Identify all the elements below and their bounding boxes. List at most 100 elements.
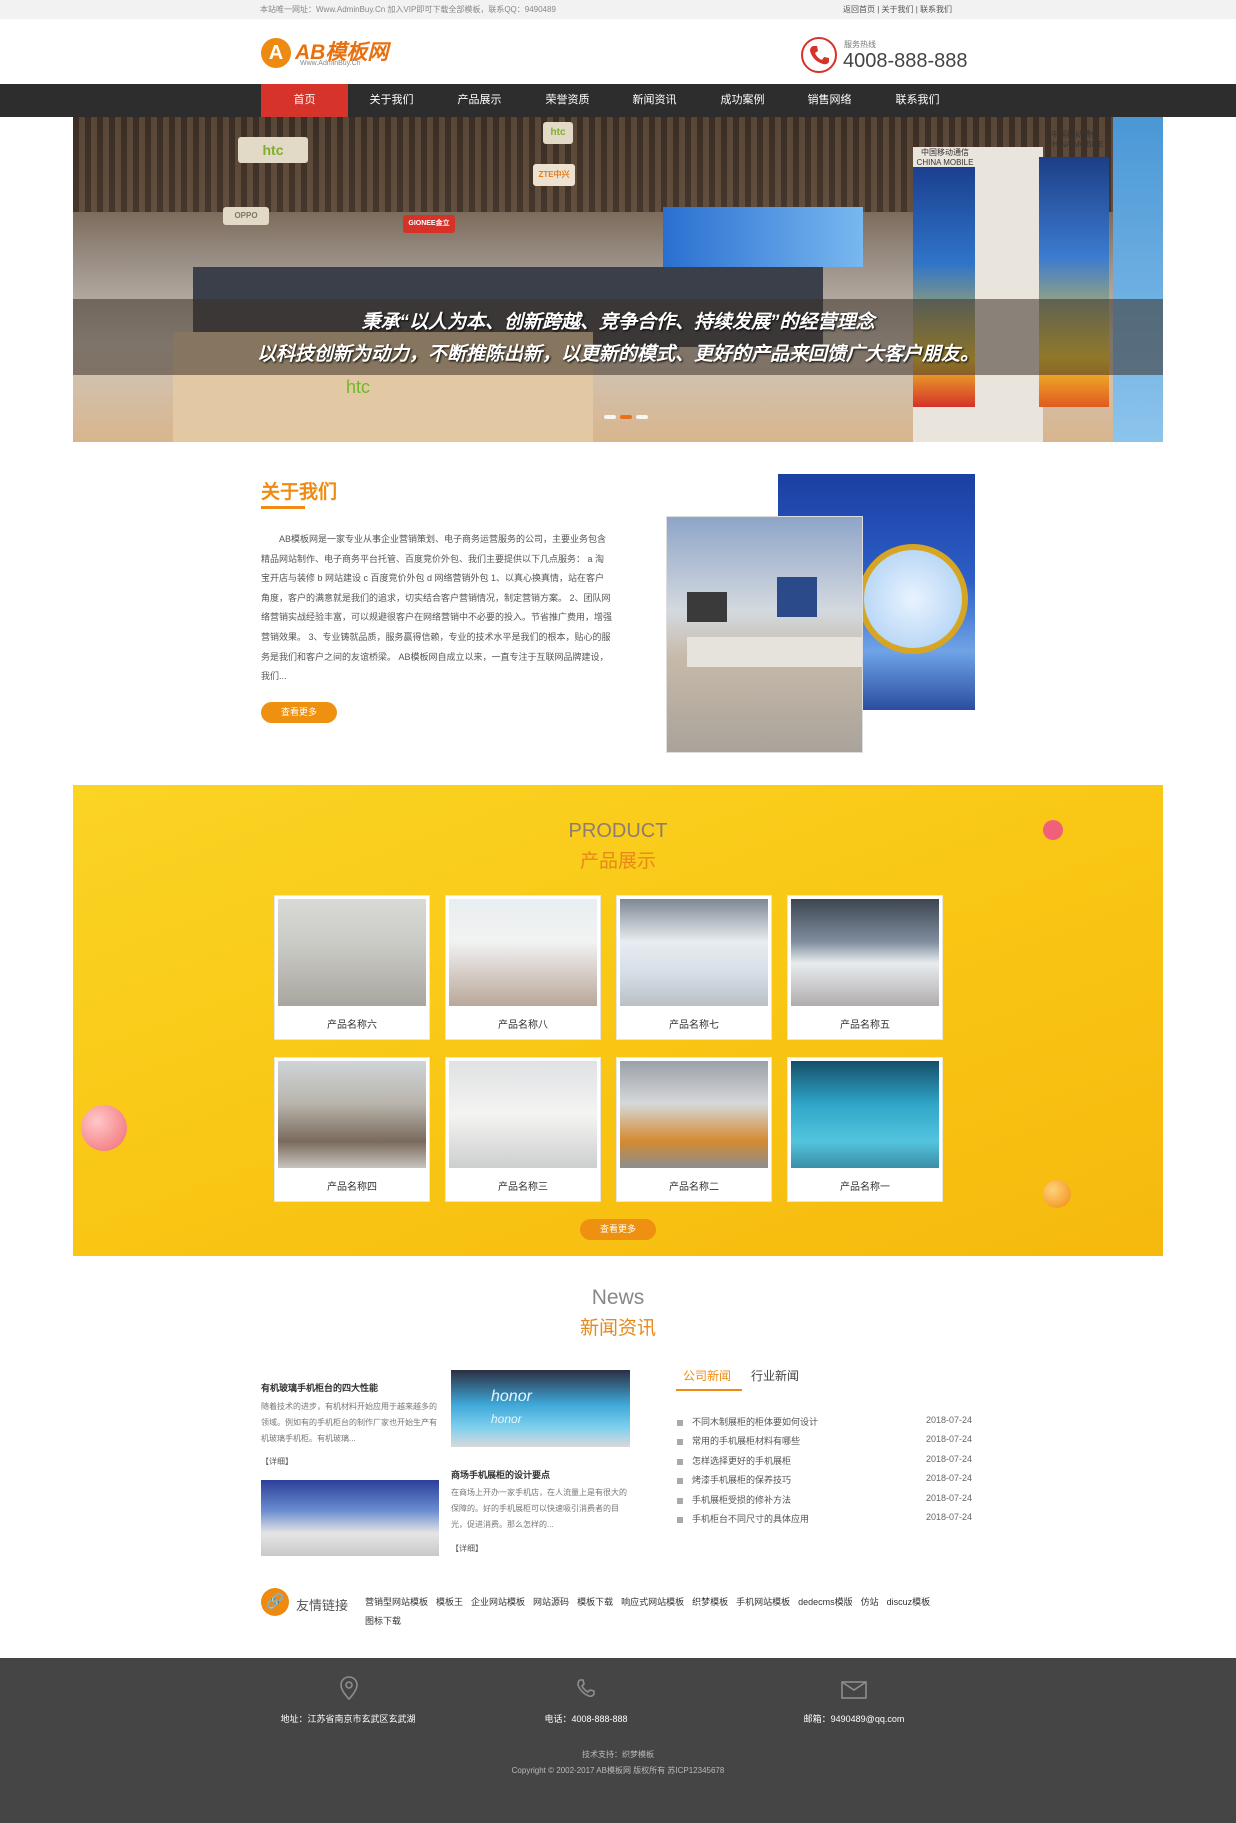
product-image[interactable] bbox=[620, 899, 768, 1006]
nav-item-contact[interactable]: 联系我们 bbox=[874, 84, 961, 117]
news-feature-more-link[interactable]: 【详细】 bbox=[451, 1543, 483, 1554]
product-image[interactable] bbox=[449, 899, 597, 1006]
news-list-item[interactable]: 怎样选择更好的手机展柜 2018-07-24 bbox=[677, 1454, 972, 1467]
friend-link[interactable]: dedecms模版 bbox=[798, 1597, 853, 1607]
logo-subtitle: Www.AdminBuy.Cn bbox=[300, 60, 361, 67]
tab-active-underline bbox=[676, 1389, 742, 1391]
news-list-title[interactable]: 常用的手机展柜材料有哪些 bbox=[692, 1436, 800, 1446]
news-list-item[interactable]: 手机展柜受损的修补方法 2018-07-24 bbox=[677, 1493, 972, 1506]
friend-link[interactable]: 网站源码 bbox=[533, 1597, 569, 1607]
news-list-date: 2018-07-24 bbox=[925, 1415, 972, 1425]
news-list-title[interactable]: 不同木制展柜的柜体要如何设计 bbox=[692, 1417, 818, 1427]
news-list-title[interactable]: 烤漆手机展柜的保养技巧 bbox=[692, 1475, 791, 1485]
about-text: AB模板网是一家专业从事企业营销策划、电子商务运营服务的公司，主要业务包含精品网… bbox=[261, 534, 613, 682]
product-name[interactable]: 产品名称五 bbox=[791, 1016, 939, 1031]
product-name[interactable]: 产品名称八 bbox=[449, 1016, 597, 1031]
news-title-en: News bbox=[591, 1286, 645, 1309]
news-image-caption: honor bbox=[491, 1388, 532, 1405]
product-card[interactable]: 产品名称三 bbox=[445, 1057, 601, 1202]
product-card[interactable]: 产品名称五 bbox=[787, 895, 943, 1040]
nav-item-cases[interactable]: 成功案例 bbox=[699, 84, 786, 117]
banner-sign-oppo: OPPO bbox=[223, 207, 269, 225]
friend-link[interactable]: discuz模板 bbox=[887, 1597, 931, 1607]
friend-link[interactable]: 织梦模板 bbox=[692, 1597, 728, 1607]
news-list-date: 2018-07-24 bbox=[925, 1473, 972, 1483]
nav-item-sales[interactable]: 销售网络 bbox=[786, 84, 873, 117]
nav-item-news[interactable]: 新闻资讯 bbox=[611, 84, 698, 117]
products-title-cn: 产品展示 bbox=[579, 851, 656, 872]
product-card[interactable]: 产品名称一 bbox=[787, 1057, 943, 1202]
product-card[interactable]: 产品名称四 bbox=[274, 1057, 430, 1202]
nav-item-home[interactable]: 首页 bbox=[261, 84, 348, 117]
friend-link[interactable]: 模板下载 bbox=[577, 1597, 613, 1607]
banner-sign-gionee: GIONEE金立 bbox=[403, 215, 455, 233]
product-name[interactable]: 产品名称一 bbox=[791, 1178, 939, 1193]
footer-address: 地址：江苏省南京市玄武区玄武湖 bbox=[280, 1714, 416, 1724]
product-image[interactable] bbox=[278, 899, 426, 1006]
friend-link[interactable]: 模板王 bbox=[436, 1597, 463, 1607]
news-list-date: 2018-07-24 bbox=[925, 1434, 972, 1444]
product-name[interactable]: 产品名称四 bbox=[278, 1178, 426, 1193]
nav-item-about[interactable]: 关于我们 bbox=[348, 84, 435, 117]
about-more-button[interactable]: 查看更多 bbox=[261, 702, 337, 723]
product-image[interactable] bbox=[791, 1061, 939, 1168]
news-feature-title[interactable]: 有机玻璃手机柜台的四大性能 bbox=[261, 1381, 378, 1394]
news-feature-summary: 在商场上开办一家手机店，在人流量上是有很大的保障的。好的手机展柜可以快速吸引消费… bbox=[451, 1488, 627, 1529]
product-image[interactable] bbox=[620, 1061, 768, 1168]
news-list-title[interactable]: 手机柜台不同尺寸的具体应用 bbox=[692, 1514, 809, 1524]
hero-banner[interactable]: htc htc ZTE中兴 OPPO GIONEE金立 中国移动通信 CHINA… bbox=[73, 117, 1163, 442]
product-card[interactable]: 产品名称七 bbox=[616, 895, 772, 1040]
banner-sign-cmcc: 中国移动通信 CHINA MOBILE bbox=[916, 148, 974, 167]
friend-link[interactable]: 响应式网站模板 bbox=[621, 1597, 684, 1607]
news-list-item[interactable]: 不同木制展柜的柜体要如何设计 2018-07-24 bbox=[677, 1415, 972, 1428]
friend-link[interactable]: 仿站 bbox=[861, 1597, 879, 1607]
product-card[interactable]: 产品名称二 bbox=[616, 1057, 772, 1202]
banner-sign-cmcc-2: 中国移动通信 CHINA MOBILE bbox=[1046, 130, 1104, 149]
nav-item-products[interactable]: 产品展示 bbox=[436, 84, 523, 117]
news-list-item[interactable]: 手机柜台不同尺寸的具体应用 2018-07-24 bbox=[677, 1512, 972, 1525]
product-image[interactable] bbox=[791, 899, 939, 1006]
product-name[interactable]: 产品名称七 bbox=[620, 1016, 768, 1031]
top-links[interactable]: 返回首页 | 关于我们 | 联系我们 bbox=[843, 4, 952, 15]
news-list-title[interactable]: 怎样选择更好的手机展柜 bbox=[692, 1456, 791, 1466]
products-more-button[interactable]: 查看更多 bbox=[580, 1219, 656, 1240]
about-title-underline bbox=[261, 506, 305, 509]
banner-sign-zte: ZTE中兴 bbox=[533, 164, 575, 186]
news-list-title[interactable]: 手机展柜受损的修补方法 bbox=[692, 1495, 791, 1505]
links-title: 友情链接 bbox=[296, 1598, 349, 1613]
product-card[interactable]: 产品名称八 bbox=[445, 895, 601, 1040]
product-name[interactable]: 产品名称三 bbox=[449, 1178, 597, 1193]
news-feature-image[interactable]: honor honor bbox=[451, 1370, 630, 1447]
news-feature-title[interactable]: 商场手机展柜的设计要点 bbox=[451, 1468, 550, 1481]
friendly-links: 营销型网站模板 模板王 企业网站模板 网站源码 模板下载 响应式网站模板 织梦模板 手机网站模… bbox=[365, 1593, 945, 1631]
friend-link[interactable]: 营销型网站模板 bbox=[365, 1597, 428, 1607]
product-image[interactable] bbox=[449, 1061, 597, 1168]
showroom-screen bbox=[777, 577, 817, 617]
news-list-item[interactable]: 常用的手机展柜材料有哪些 2018-07-24 bbox=[677, 1434, 972, 1447]
slider-dot-1[interactable] bbox=[604, 415, 616, 419]
product-image[interactable] bbox=[278, 1061, 426, 1168]
friend-link[interactable]: 企业网站模板 bbox=[471, 1597, 525, 1607]
tab-industry-news[interactable]: 行业新闻 bbox=[751, 1367, 799, 1384]
news-feature-more-link[interactable]: 【详细】 bbox=[261, 1456, 293, 1467]
product-card[interactable]: 产品名称六 bbox=[274, 895, 430, 1040]
slider-dot-3[interactable] bbox=[636, 415, 648, 419]
slider-dot-2[interactable] bbox=[620, 415, 632, 419]
nav-item-honors[interactable]: 荣誉资质 bbox=[524, 84, 611, 117]
friend-link[interactable]: 手机网站模板 bbox=[736, 1597, 790, 1607]
product-name[interactable]: 产品名称二 bbox=[620, 1178, 768, 1193]
decor-ball-pink bbox=[81, 1105, 127, 1151]
phone-label: 服务热线 bbox=[844, 40, 876, 49]
news-feature-image[interactable] bbox=[261, 1480, 439, 1556]
banner-slogan-1: 秉承“以人为本、创新跨越、竞争合作、持续发展”的经营理念 bbox=[361, 312, 875, 333]
tab-company-news[interactable]: 公司新闻 bbox=[683, 1367, 731, 1384]
banner-sign-htc: htc bbox=[238, 137, 308, 163]
logo-icon[interactable]: A bbox=[261, 38, 291, 68]
about-title: 关于我们 bbox=[261, 482, 338, 503]
news-list-item[interactable]: 烤漆手机展柜的保养技巧 2018-07-24 bbox=[677, 1473, 972, 1486]
news-list-date: 2018-07-24 bbox=[925, 1512, 972, 1522]
news-list-date: 2018-07-24 bbox=[925, 1493, 972, 1503]
friend-link[interactable]: 图标下载 bbox=[365, 1616, 401, 1626]
phone-number: 4008-888-888 bbox=[843, 50, 968, 72]
product-name[interactable]: 产品名称六 bbox=[278, 1016, 426, 1031]
